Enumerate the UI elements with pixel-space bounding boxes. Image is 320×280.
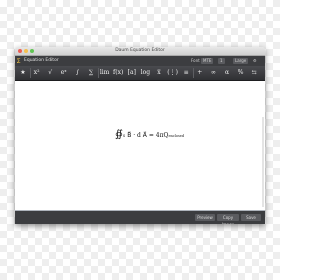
integral-subscript: S <box>122 134 126 138</box>
sum-icon[interactable]: ∑ <box>85 66 97 80</box>
symbol-palette: ★ x² √ eˣ ∫ ∑ lim f(x) [a] log x̅ (⋮) ≡ + ∞ α% ⇆ <box>15 66 265 81</box>
exponent-icon[interactable]: eˣ <box>58 66 70 80</box>
arrows-icon[interactable]: ⇆ <box>248 66 260 80</box>
window-title: Daum Equation Editor <box>115 48 165 53</box>
title-bar: Daum Equation Editor <box>15 47 265 56</box>
app-name: Equation Editor <box>24 58 59 63</box>
zoom-select[interactable]: 1 <box>218 58 225 64</box>
top-toolbar: ∑ Equation Editor Font MTE 1 Large ⚙ <box>15 56 265 66</box>
view-size-select[interactable]: Large <box>233 58 249 64</box>
matrix-icon[interactable]: (⋮) <box>167 66 179 80</box>
equation-canvas[interactable]: ∯S B⃗ · d A⃗ = 4πQenclosed { \oint _{ S … <box>15 81 265 222</box>
superscript-icon[interactable]: x² <box>31 66 43 80</box>
enclosed-subscript: enclosed <box>168 134 185 138</box>
root-icon[interactable]: √ <box>44 66 56 80</box>
settings-icon[interactable]: ⚙ <box>253 58 257 64</box>
app-logo-icon: ∑ <box>17 58 21 64</box>
greek-icon[interactable]: α <box>221 66 233 80</box>
symbol-icon[interactable]: ∞ <box>207 66 219 80</box>
font-label: Font <box>191 58 200 63</box>
accent-icon[interactable]: x̅ <box>153 66 165 80</box>
function-icon[interactable]: f(x) <box>112 66 124 80</box>
surface-integral-symbol: ∯ <box>115 129 123 140</box>
integral-icon[interactable]: ∫ <box>71 66 83 80</box>
operator-icon[interactable]: + <box>194 66 206 80</box>
equation-editor-window: Daum Equation Editor ∑ Equation Editor F… <box>15 47 265 224</box>
rendered-equation: ∯S B⃗ · d A⃗ = 4πQenclosed <box>115 129 184 140</box>
equation-body: B⃗ · d A⃗ = 4πQ <box>127 132 169 139</box>
bracket-icon[interactable]: [a] <box>126 66 138 80</box>
favorite-icon[interactable]: ★ <box>17 66 29 80</box>
array-icon[interactable]: ≡ <box>180 66 192 80</box>
copy-image-button[interactable]: Copy Image <box>217 214 239 224</box>
limit-icon[interactable]: lim <box>99 66 111 80</box>
save-button[interactable]: Save <box>241 214 261 221</box>
font-select[interactable]: MTE <box>201 58 214 64</box>
log-icon[interactable]: log <box>139 66 151 80</box>
units-icon[interactable]: % <box>235 66 247 80</box>
bottom-bar: Preview Copy Image Save <box>15 211 265 224</box>
preview-button[interactable]: Preview <box>195 214 215 221</box>
canvas-scrollbar[interactable] <box>262 117 264 207</box>
